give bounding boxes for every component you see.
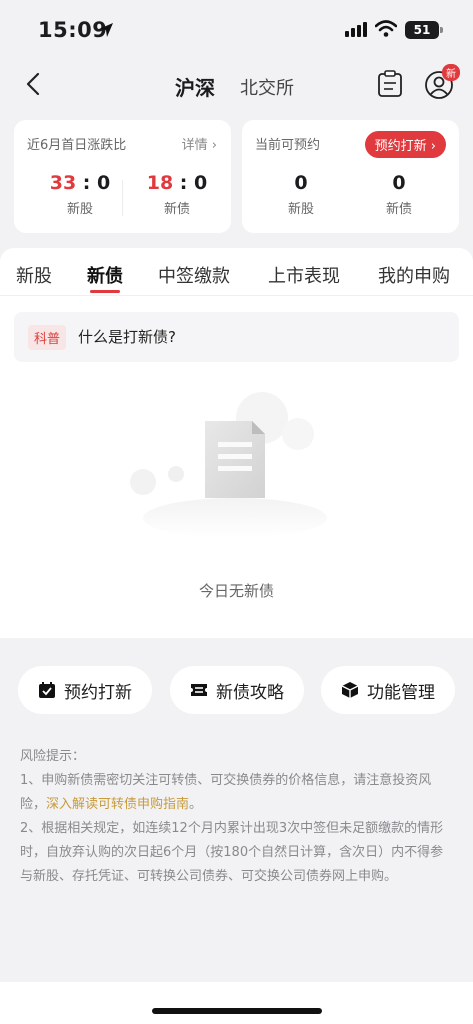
details-link[interactable]: 详情 › <box>182 134 217 153</box>
bond-guide-link[interactable]: 深入解读可转债申购指南 <box>46 797 189 812</box>
divider <box>122 180 123 216</box>
wifi-icon <box>375 20 397 37</box>
home-indicator[interactable] <box>152 1008 322 1014</box>
shortcut-buttons: 预约打新 新债攻略 功能管理 <box>0 666 473 716</box>
content-panel: 新股 新债 中签缴款 上市表现 我的申购 科普 什么是打新债? 今日无新债 <box>0 248 473 638</box>
tab-listing-performance[interactable]: 上市表现 <box>268 262 340 288</box>
tab-my-subscriptions[interactable]: 我的申购 <box>378 262 450 288</box>
science-tag: 科普 <box>28 325 67 350</box>
risk-notice: 风险提示： 1、申购新债需密切关注可转债、可交换债券的价格信息，请注意投资风险，… <box>20 745 452 889</box>
back-arrow-icon[interactable] <box>22 72 46 96</box>
clipboard-icon[interactable] <box>377 70 403 98</box>
status-bar: 15:09 51 <box>0 0 473 60</box>
reservable-bond-stat: 0 新债 <box>385 172 412 217</box>
feature-management-shortcut[interactable]: 功能管理 <box>321 666 455 714</box>
empty-document-illustration <box>130 392 327 536</box>
tab-new-stocks[interactable]: 新股 <box>16 262 52 288</box>
stock-ratio-stat: 33 : 0 新股 <box>49 172 111 217</box>
calendar-check-icon <box>39 682 55 698</box>
first-day-ratio-card: 近6月首日涨跌比 详情 › 33 : 0 新股 18 : 0 新债 <box>14 120 231 233</box>
bond-ratio-stat: 18 : 0 新债 <box>146 172 208 217</box>
status-time: 15:09 <box>38 18 108 42</box>
science-banner[interactable]: 科普 什么是打新债? <box>14 312 459 362</box>
reservable-card-title: 当前可预约 <box>255 138 321 153</box>
ticket-icon <box>191 684 207 696</box>
cube-icon <box>341 682 359 698</box>
risk-paragraph-2: 2、根据相关规定，如连续12个月内累计出现3次中签但未足额缴款的情形时，自放弃认… <box>20 821 444 884</box>
reserve-subscribe-shortcut[interactable]: 预约打新 <box>18 666 152 714</box>
top-nav: 沪深 北交所 新 <box>0 60 473 110</box>
science-text: 什么是打新债? <box>78 328 176 346</box>
reservable-card: 当前可预约 预约打新 › 0 新股 0 新债 <box>242 120 459 233</box>
new-badge: 新 <box>442 64 460 81</box>
empty-state-text: 今日无新债 <box>198 582 274 600</box>
risk-paragraph-1: 1、申购新债需密切关注可转债、可交换债券的价格信息，请注意投资风险，深入解读可转… <box>20 773 432 812</box>
category-tabs: 新股 新债 中签缴款 上市表现 我的申购 <box>0 248 473 296</box>
risk-title: 风险提示： <box>20 749 86 764</box>
location-arrow-icon <box>99 23 113 37</box>
active-tab-indicator <box>90 290 120 293</box>
bottom-bar <box>0 982 473 1024</box>
tab-new-bonds[interactable]: 新债 <box>87 262 123 288</box>
signal-icon <box>345 22 367 37</box>
reserve-subscribe-button[interactable]: 预约打新 › <box>364 131 446 158</box>
tab-allotment-payment[interactable]: 中签缴款 <box>158 262 230 288</box>
market-tab-hushen[interactable]: 沪深 <box>175 72 215 101</box>
ratio-card-title: 近6月首日涨跌比 <box>27 138 127 153</box>
reservable-stock-stat: 0 新股 <box>287 172 314 217</box>
bond-guide-shortcut[interactable]: 新债攻略 <box>170 666 304 714</box>
market-tab-beijiaosuo[interactable]: 北交所 <box>240 74 294 100</box>
battery-icon: 51 <box>405 21 443 39</box>
